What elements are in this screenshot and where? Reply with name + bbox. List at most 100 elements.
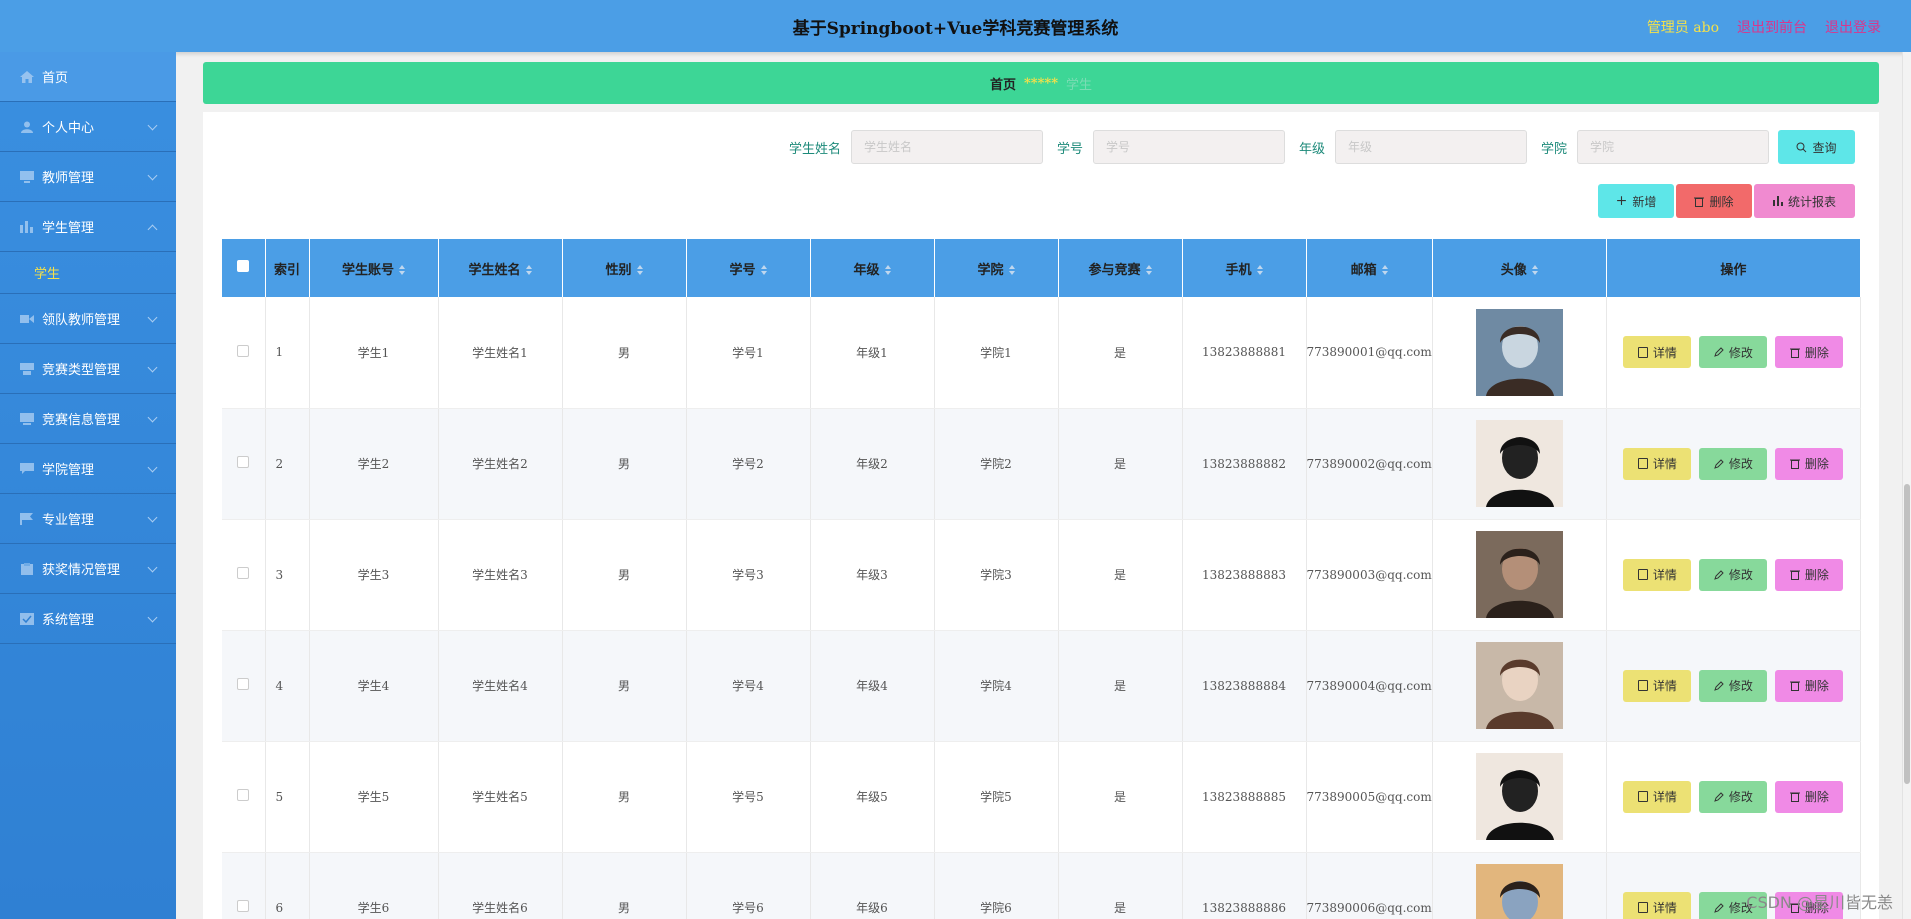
detail-button[interactable]: 详情 [1623, 447, 1692, 480]
detail-button[interactable]: 详情 [1623, 780, 1692, 813]
sidebar-item-leader-teachers[interactable]: 领队教师管理 [0, 294, 176, 344]
remove-button[interactable]: 删除 [1775, 558, 1844, 591]
sidebar-item-students[interactable]: 学生管理 [0, 202, 176, 252]
select-all-checkbox[interactable] [237, 260, 250, 272]
col-grade[interactable]: 年级 [810, 239, 935, 297]
edit-button[interactable]: 修改 [1699, 336, 1768, 369]
breadcrumb-home[interactable]: 首页 [990, 74, 1016, 93]
row-checkbox[interactable] [237, 567, 250, 579]
cell-index: 6 [265, 852, 310, 919]
row-checkbox[interactable] [237, 789, 250, 801]
query-button[interactable]: 查询 [1778, 130, 1855, 164]
add-button[interactable]: + 新增 [1598, 184, 1674, 218]
college-label: 学院 [1540, 141, 1567, 157]
sort-icon[interactable] [885, 265, 891, 275]
col-phone[interactable]: 手机 [1182, 239, 1307, 297]
scrollbar-thumb[interactable] [1904, 484, 1910, 784]
cell-index: 1 [265, 297, 310, 409]
edit-button[interactable]: 修改 [1699, 447, 1768, 480]
detail-button[interactable]: 详情 [1623, 669, 1692, 702]
row-checkbox[interactable] [237, 900, 250, 912]
row-checkbox[interactable] [237, 456, 250, 468]
remove-label: 删除 [1804, 679, 1829, 693]
edit-button[interactable]: 修改 [1699, 780, 1768, 813]
sidebar-subitem-student[interactable]: 学生 [0, 252, 176, 294]
grade-input[interactable] [1334, 130, 1527, 164]
row-checkbox[interactable] [237, 344, 250, 357]
cell-grade: 年级2 [810, 408, 935, 520]
remove-label: 删除 [1804, 790, 1829, 804]
sort-icon[interactable] [526, 265, 532, 275]
sort-icon[interactable] [1382, 265, 1388, 275]
cell-avatar [1432, 852, 1607, 919]
report-button[interactable]: 统计报表 [1754, 184, 1855, 218]
sidebar-item-colleges[interactable]: 学院管理 [0, 444, 176, 494]
edit-label: 修改 [1728, 345, 1753, 360]
sidebar-item-label: 获奖情况管理 [42, 563, 121, 578]
breadcrumb-current: 学生 [1066, 77, 1093, 93]
sidebar-item-majors[interactable]: 专业管理 [0, 494, 176, 544]
chevron-down-icon [147, 170, 158, 181]
cell-email: 773890002@qq.com [1306, 408, 1433, 520]
toolbar: + 新增 删除 统计报表 [1598, 184, 1855, 218]
chevron-down-icon [147, 120, 158, 131]
sort-icon[interactable] [1009, 265, 1015, 275]
avatar[interactable] [1475, 531, 1563, 618]
row-select-cell [222, 852, 266, 919]
row-checkbox[interactable] [237, 678, 250, 690]
avatar[interactable] [1475, 753, 1563, 840]
col-index: 索引 [265, 239, 310, 297]
sidebar-item-system[interactable]: 系统管理 [0, 594, 176, 644]
remove-button[interactable]: 删除 [1775, 336, 1844, 369]
sidebar-item-awards[interactable]: 获奖情况管理 [0, 544, 176, 594]
bulk-delete-button[interactable]: 删除 [1676, 184, 1752, 218]
edit-button[interactable]: 修改 [1699, 669, 1768, 702]
col-account[interactable]: 学生账号 [309, 239, 439, 297]
sidebar-item-teachers[interactable]: 教师管理 [0, 152, 176, 202]
logout-link[interactable]: 退出登录 [1825, 17, 1881, 37]
sort-icon[interactable] [637, 265, 643, 275]
sidebar-item-home[interactable]: 首页 [0, 52, 176, 102]
col-joined-label: 参与竞赛 [1088, 262, 1141, 278]
sidebar-item-competition-info[interactable]: 竞赛信息管理 [0, 394, 176, 444]
sidebar-item-competition-types[interactable]: 竞赛类型管理 [0, 344, 176, 394]
student-no-input[interactable] [1092, 130, 1285, 164]
page-scrollbar[interactable] [1902, 52, 1911, 919]
col-student-no[interactable]: 学号 [686, 239, 811, 297]
cell-grade: 年级1 [810, 297, 935, 409]
student-name-input[interactable] [850, 130, 1043, 164]
detail-button[interactable]: 详情 [1623, 558, 1692, 591]
remove-button[interactable]: 删除 [1775, 669, 1844, 702]
detail-label: 详情 [1652, 790, 1677, 804]
trash-icon [1789, 570, 1800, 580]
avatar[interactable] [1475, 308, 1563, 396]
edit-button[interactable]: 修改 [1699, 558, 1768, 591]
top-header: 基于Springboot+Vue学科竞赛管理系统 管理员 abo 退出到前台 退… [0, 0, 1911, 52]
sort-icon[interactable] [1532, 265, 1538, 275]
col-email[interactable]: 邮箱 [1306, 239, 1433, 297]
sort-icon[interactable] [761, 265, 767, 275]
remove-button[interactable]: 删除 [1775, 447, 1844, 480]
col-joined[interactable]: 参与竞赛 [1058, 239, 1183, 297]
col-avatar[interactable]: 头像 [1432, 239, 1607, 297]
college-input[interactable] [1577, 130, 1769, 164]
sort-icon[interactable] [1257, 265, 1263, 275]
col-college[interactable]: 学院 [934, 239, 1059, 297]
avatar[interactable] [1475, 420, 1563, 507]
chevron-down-icon [147, 312, 158, 323]
avatar[interactable] [1475, 864, 1563, 919]
detail-button[interactable]: 详情 [1623, 891, 1692, 919]
sidebar-item-profile[interactable]: 个人中心 [0, 102, 176, 152]
cell-college: 学院5 [934, 741, 1059, 853]
detail-button[interactable]: 详情 [1623, 336, 1692, 369]
cell-college: 学院2 [934, 408, 1059, 520]
col-name[interactable]: 学生姓名 [438, 239, 563, 297]
home-icon [20, 70, 34, 83]
chevron-down-icon [147, 562, 158, 573]
sort-icon[interactable] [1146, 265, 1152, 275]
sort-icon[interactable] [399, 265, 405, 275]
avatar[interactable] [1475, 642, 1563, 729]
back-to-front-link[interactable]: 退出到前台 [1737, 17, 1807, 37]
col-gender[interactable]: 性别 [562, 239, 687, 297]
remove-button[interactable]: 删除 [1775, 780, 1844, 813]
